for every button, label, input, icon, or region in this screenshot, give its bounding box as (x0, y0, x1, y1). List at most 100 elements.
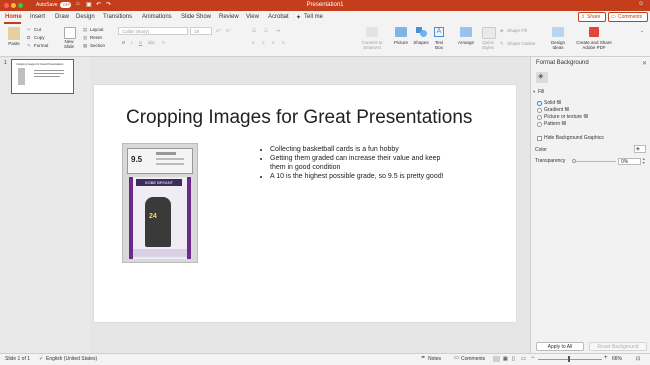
tab-draw[interactable]: Draw (55, 14, 69, 20)
copy-button[interactable]: Copy (34, 35, 45, 40)
comments-button[interactable]: ▭ Comments (608, 12, 648, 22)
picture-icon[interactable] (395, 27, 407, 37)
arrange-button-label[interactable]: Arrange (456, 40, 476, 45)
reset-background-button[interactable]: Reset Background (589, 342, 647, 351)
fill-category-button[interactable]: ◈ (536, 72, 548, 83)
tab-transitions[interactable]: Transitions (103, 14, 132, 20)
shape-outline-button[interactable]: Shape Outline (507, 41, 536, 46)
tab-insert[interactable]: Insert (30, 14, 45, 20)
shape-fill-button[interactable]: Shape Fill (507, 28, 527, 33)
tab-design[interactable]: Design (76, 14, 95, 20)
basketball-card-image[interactable]: 9.5 KOBE BRYANT 24 (122, 143, 198, 263)
shapes-icon[interactable] (416, 27, 427, 37)
transparency-slider-handle[interactable] (572, 159, 576, 163)
tab-review[interactable]: Review (219, 14, 239, 20)
smartart-icon[interactable] (366, 27, 378, 37)
color-picker-button[interactable]: ◈ (634, 145, 646, 153)
format-painter-button[interactable]: Format (34, 43, 48, 48)
collapse-ribbon-icon[interactable]: ⌃ (640, 30, 644, 36)
bullets-icon[interactable]: ☰ (252, 28, 256, 34)
justify-icon[interactable]: ≡ (282, 40, 285, 45)
design-ideas-icon[interactable] (552, 27, 564, 37)
close-pane-icon[interactable]: ✕ (642, 60, 647, 67)
user-icon[interactable]: ☺ (638, 1, 644, 7)
numbering-icon[interactable]: ☷ (264, 28, 268, 34)
shapes-button-label[interactable]: Shapes (411, 40, 431, 45)
transparency-input[interactable]: 0% (618, 158, 641, 165)
gradient-fill-radio[interactable] (537, 108, 542, 113)
apply-to-all-button[interactable]: Apply to All (536, 342, 584, 351)
hide-graphics-checkbox[interactable] (537, 136, 542, 141)
zoom-slider-handle[interactable] (568, 356, 570, 362)
solid-fill-radio[interactable] (537, 101, 542, 106)
tab-animations[interactable]: Animations (142, 14, 172, 20)
adobe-pdf-icon[interactable] (589, 27, 599, 37)
create-share-pdf-label[interactable]: Create and Share Adobe PDF (570, 40, 618, 50)
clipboard-icon[interactable] (8, 27, 20, 40)
tab-acrobat[interactable]: Acrobat (268, 14, 289, 20)
quick-styles-icon[interactable] (482, 27, 496, 39)
slide-sorter-icon[interactable]: ▦ (503, 356, 508, 362)
new-slide-icon[interactable] (64, 27, 76, 39)
picture-fill-radio[interactable] (537, 115, 542, 120)
tab-view[interactable]: View (246, 14, 259, 20)
new-slide-button-label[interactable]: New Slide (60, 39, 78, 49)
font-color-icon[interactable]: A (162, 40, 165, 45)
picture-button-label[interactable]: Picture (391, 40, 411, 45)
autosave-toggle[interactable]: OFF (60, 2, 71, 8)
undo-icon[interactable]: ↶ (96, 1, 101, 8)
design-ideas-button-label[interactable]: Design Ideas (546, 40, 570, 50)
share-button[interactable]: ⇪ Share (578, 12, 606, 22)
transparency-stepper[interactable]: ▲ ▼ (642, 157, 645, 165)
fit-to-window-icon[interactable]: ⊡ (636, 356, 640, 362)
layout-button[interactable]: Layout (90, 27, 104, 32)
tab-slide-show[interactable]: Slide Show (181, 14, 211, 20)
underline-icon[interactable]: U (139, 40, 142, 45)
zoom-out-icon[interactable]: − (531, 355, 535, 361)
font-name-field[interactable]: Calibri (Body) (118, 27, 188, 35)
save-icon[interactable]: ▣ (86, 1, 92, 8)
slideshow-view-icon[interactable]: ▭ (521, 356, 526, 362)
zoom-level[interactable]: 66% (612, 356, 622, 362)
slide[interactable]: Cropping Images for Great Presentations … (94, 85, 516, 322)
align-center-icon[interactable]: ≡ (262, 40, 265, 45)
minimize-window-button[interactable] (11, 3, 16, 8)
section-button[interactable]: Section (90, 43, 105, 48)
align-right-icon[interactable]: ≡ (272, 40, 275, 45)
text-box-icon[interactable]: A (434, 27, 444, 37)
cut-button[interactable]: Cut (34, 27, 41, 32)
bold-icon[interactable]: B (122, 40, 125, 45)
close-window-button[interactable] (4, 3, 9, 8)
quick-styles-button-label[interactable]: Quick Styles (478, 40, 498, 50)
indent-icon[interactable]: ⇥ (276, 28, 280, 34)
font-size-field[interactable]: 18 (190, 27, 212, 35)
zoom-in-icon[interactable]: + (604, 355, 608, 361)
reading-view-icon[interactable]: ▯ (512, 356, 515, 362)
tab-home[interactable]: Home (5, 14, 22, 20)
spelling-icon[interactable]: ✓ (39, 356, 43, 362)
comments-status-button[interactable]: Comments (461, 356, 485, 362)
align-left-icon[interactable]: ≡ (252, 40, 255, 45)
zoom-slider[interactable] (538, 359, 602, 360)
transparency-slider[interactable] (573, 161, 616, 162)
shrink-font-icon[interactable]: A⁻ (226, 28, 231, 34)
slide-title[interactable]: Cropping Images for Great Presentations (126, 107, 486, 129)
bullet-text-box[interactable]: Collecting basketball cards is a fun hob… (260, 145, 456, 181)
home-icon[interactable]: ⌂ (76, 1, 80, 7)
reset-button[interactable]: Reset (90, 35, 102, 40)
redo-icon[interactable]: ↷ (106, 1, 111, 8)
arrange-icon[interactable] (460, 27, 472, 37)
paste-button-label[interactable]: Paste (4, 41, 24, 46)
notes-button[interactable]: Notes (428, 356, 441, 362)
slide-thumbnail[interactable]: Cropping Images for Great Presentations (11, 59, 74, 94)
italic-icon[interactable]: I (131, 40, 132, 45)
strikethrough-icon[interactable]: abc (148, 40, 155, 45)
tell-me-search[interactable]: Tell me (304, 14, 323, 20)
language-status[interactable]: English (United States) (46, 356, 97, 362)
normal-view-icon[interactable] (493, 356, 500, 362)
pattern-fill-radio[interactable] (537, 122, 542, 127)
convert-smartart-label[interactable]: Convert to SmartArt (356, 40, 388, 50)
zoom-window-button[interactable] (18, 3, 23, 8)
grow-font-icon[interactable]: A⁺ (216, 28, 221, 34)
fill-section-header[interactable]: Fill (538, 89, 544, 95)
